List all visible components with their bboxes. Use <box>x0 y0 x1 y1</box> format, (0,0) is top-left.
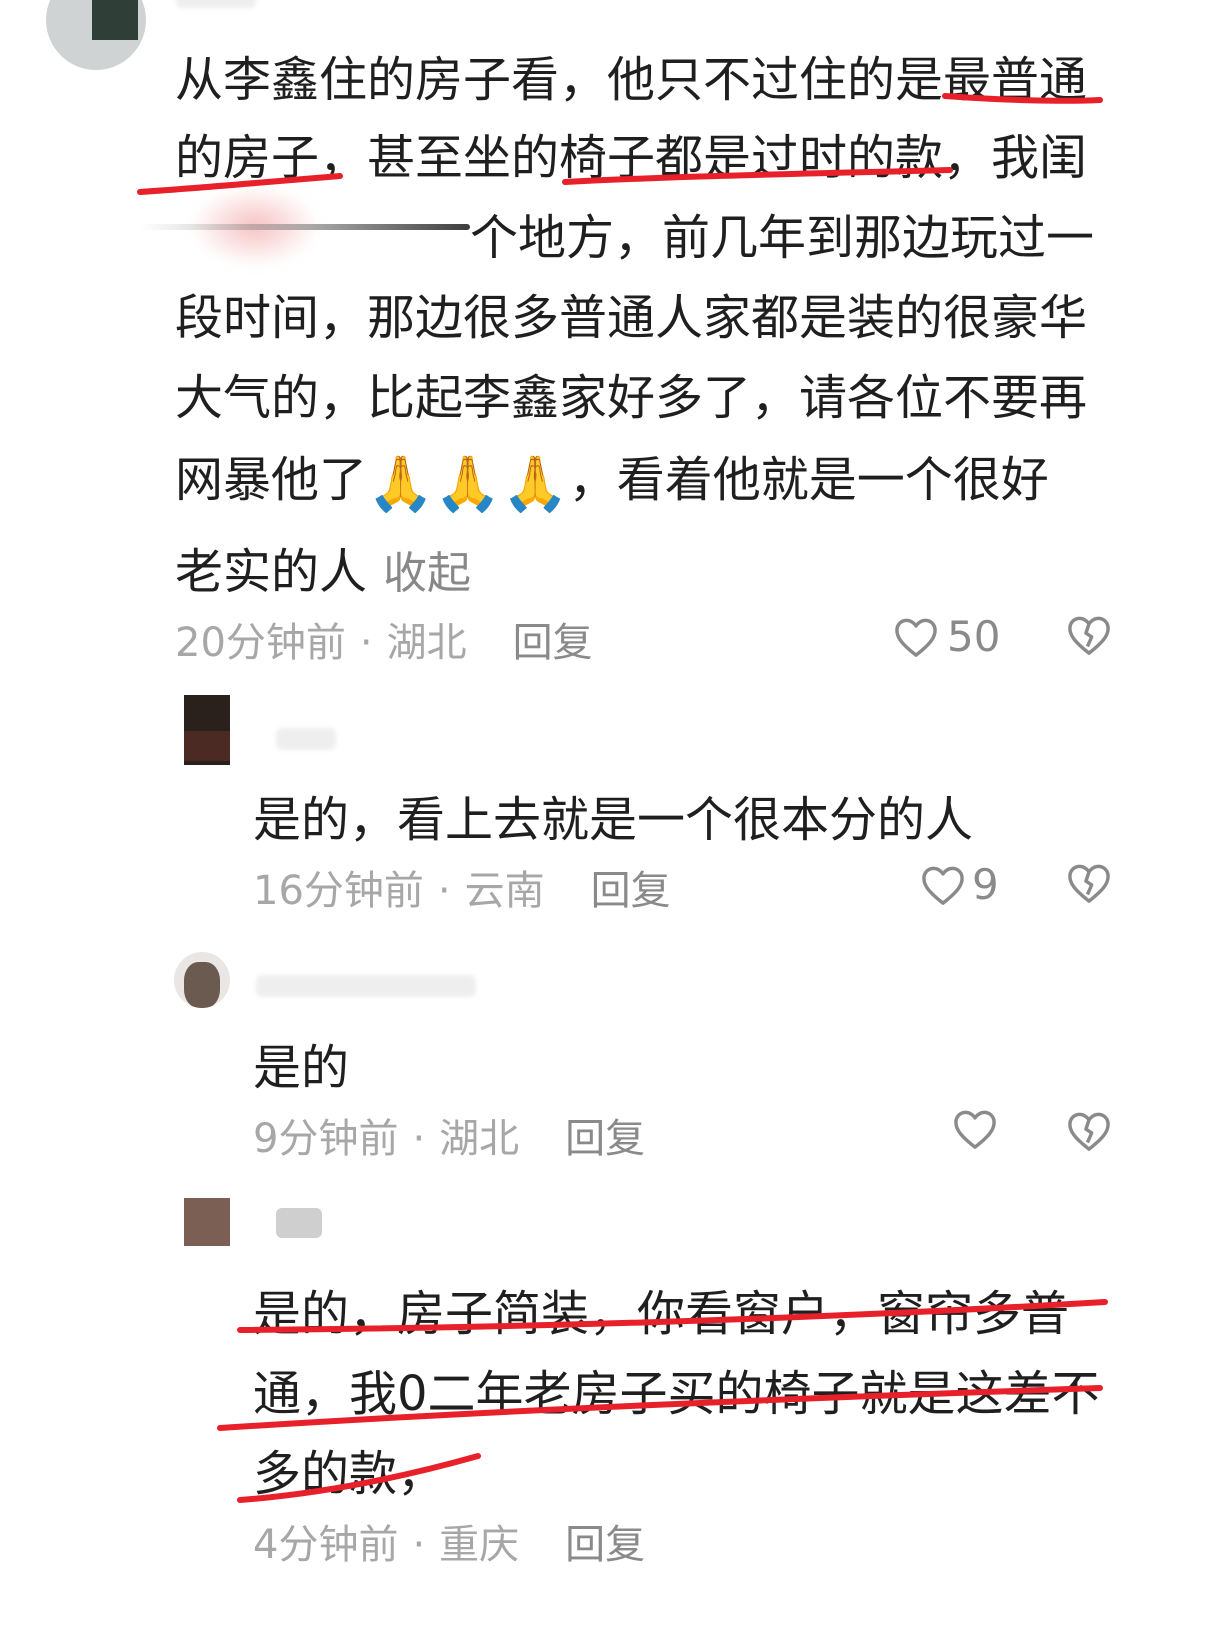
like-button[interactable]: 50 <box>893 612 1000 661</box>
comment-line: 是的，房子简装，你看窗户，窗帘多普 <box>253 1286 1070 1342</box>
avatar[interactable] <box>174 952 230 1008</box>
comment-line: 从李鑫住的房子看，他只不过住的是最普通 <box>175 52 1088 108</box>
comment-line: 的房子，甚至坐的椅子都是过时的款，我闺 <box>175 130 1088 186</box>
comment-line: 通，我0二年老房子买的椅子就是这差不 <box>253 1366 1100 1422</box>
comment-line: 个地方，前几年到那边玩过一 <box>470 210 1095 266</box>
comment-time: 16分钟前 <box>253 868 424 914</box>
comment-time: 4分钟前 <box>253 1522 399 1568</box>
heart-outline-icon <box>954 1110 996 1149</box>
comment-meta: 9分钟前 · 湖北 回复 <box>253 1106 645 1164</box>
username-blurred[interactable] <box>276 728 336 750</box>
comment-line: 是的 <box>253 1040 350 1096</box>
collapse-button[interactable]: 收起 <box>383 548 471 599</box>
comment-time: 20分钟前 <box>175 620 346 666</box>
comment-location: 云南 <box>464 868 545 914</box>
folded-hands-emoji: 🙏 <box>434 452 502 515</box>
dislike-button[interactable] <box>1066 614 1112 656</box>
like-button[interactable] <box>952 1108 998 1150</box>
username-blurred[interactable] <box>276 1208 322 1238</box>
comment-line: 是的，看上去就是一个很本分的人 <box>253 792 974 848</box>
reply-button[interactable]: 回复 <box>591 868 671 914</box>
dislike-button[interactable] <box>1066 1110 1112 1152</box>
comment-line: 大气的，比起李鑫家好多了，请各位不要再 <box>175 370 1088 426</box>
username-blurred[interactable] <box>176 0 256 8</box>
comment-location: 重庆 <box>439 1522 520 1568</box>
comment-text-segment: 老实的人 <box>175 544 368 600</box>
comment-text-segment: 网暴他了 <box>175 452 368 508</box>
like-button[interactable]: 9 <box>920 860 999 909</box>
broken-heart-icon <box>1068 1112 1110 1151</box>
comment-line: 网暴他了🙏🙏🙏，看着他就是一个很好 <box>175 440 1049 511</box>
avatar[interactable] <box>184 1198 230 1246</box>
folded-hands-emoji: 🙏 <box>367 452 435 515</box>
comment-text-segment: ，看着他就是一个很好 <box>568 452 1049 508</box>
reply-button[interactable]: 回复 <box>513 620 593 666</box>
comment-meta: 20分钟前 · 湖北 回复 <box>175 610 593 668</box>
comment-line: 老实的人 收起 <box>175 532 471 602</box>
comment-thread: 从李鑫住的房子看，他只不过住的是最普通 的房子，甚至坐的椅子都是过时的款，我闺 … <box>0 0 1220 1639</box>
broken-heart-icon <box>1068 616 1110 655</box>
heart-outline-icon <box>922 866 964 905</box>
meta-separator: · <box>437 868 451 914</box>
reply-button[interactable]: 回复 <box>565 1116 645 1162</box>
avatar[interactable] <box>46 0 146 70</box>
reply-button[interactable]: 回复 <box>565 1522 645 1568</box>
comment-meta: 4分钟前 · 重庆 回复 <box>253 1512 645 1570</box>
comment-meta: 16分钟前 · 云南 回复 <box>253 858 671 916</box>
comment-line: 多的款， <box>253 1446 446 1502</box>
comment-line: 段时间，那边很多普通人家都是装的很豪华 <box>175 290 1088 346</box>
dislike-button[interactable] <box>1066 862 1112 904</box>
avatar[interactable] <box>184 695 230 765</box>
meta-separator: · <box>359 620 373 666</box>
broken-heart-icon <box>1068 864 1110 903</box>
like-count: 9 <box>972 860 999 909</box>
comment-time: 9分钟前 <box>253 1116 399 1162</box>
meta-separator: · <box>412 1116 426 1162</box>
like-count: 50 <box>947 612 1001 661</box>
heart-outline-icon <box>895 618 937 657</box>
username-blurred[interactable] <box>256 975 476 997</box>
redacted-area <box>140 224 470 230</box>
folded-hands-emoji: 🙏 <box>501 452 569 515</box>
meta-separator: · <box>412 1522 426 1568</box>
comment-location: 湖北 <box>386 620 467 666</box>
comment-location: 湖北 <box>439 1116 520 1162</box>
